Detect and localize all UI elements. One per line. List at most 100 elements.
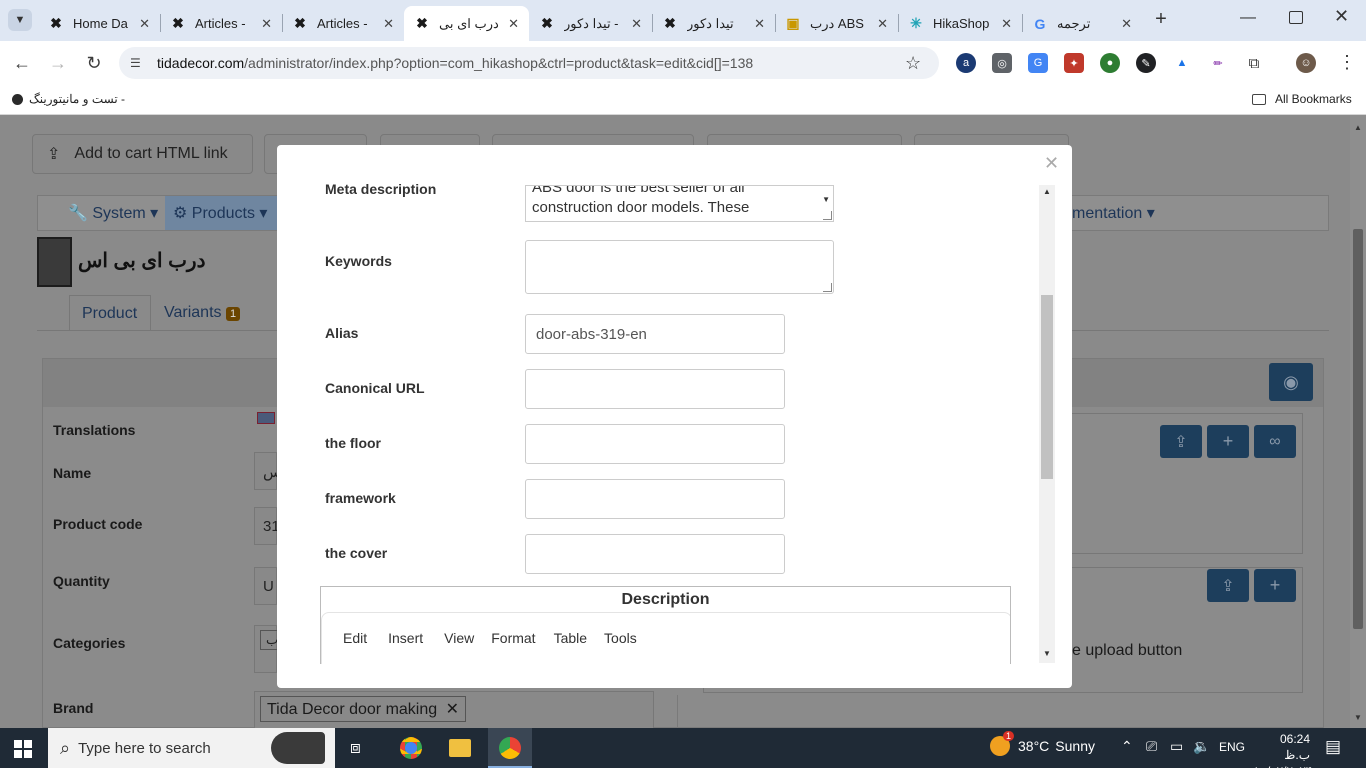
editor-menu-edit[interactable]: Edit xyxy=(343,630,367,664)
reload-button[interactable]: ↻ xyxy=(82,52,106,74)
weather-widget[interactable]: 1 38°C Sunny xyxy=(990,731,1095,756)
scroll-thumb[interactable] xyxy=(1041,295,1053,479)
taskbar-search-box[interactable]: ⌕ Type here to search xyxy=(48,728,335,768)
close-tab-icon[interactable]: ✕ xyxy=(1121,16,1132,32)
extension-translate-icon[interactable]: G xyxy=(1028,53,1048,73)
browser-tab[interactable]: ✳ HikaShop ✕ xyxy=(898,6,1022,41)
browser-tab[interactable]: ✖ تیدا دکور ✕ xyxy=(652,6,775,41)
browser-tab[interactable]: ✖ Articles - ✕ xyxy=(282,6,404,41)
canonical-url-input[interactable] xyxy=(525,369,785,409)
extensions-puzzle-icon[interactable]: ⧉ xyxy=(1244,53,1264,73)
add-file-button[interactable]: + xyxy=(1254,569,1296,602)
clock[interactable]: 06:24 ب.ظ ۱۰/۰۷/۲۰۲۴ xyxy=(1254,731,1312,779)
close-tab-icon[interactable]: ✕ xyxy=(631,16,642,32)
close-window-button[interactable]: ✕ xyxy=(1334,6,1349,27)
extension-red-icon[interactable]: ✦ xyxy=(1064,53,1084,73)
tab-search-button[interactable]: ▼ xyxy=(8,9,32,31)
menu-products[interactable]: ⚙ Products ▾ xyxy=(165,196,277,230)
upload-file-button[interactable]: ⇪ xyxy=(1207,569,1249,602)
framework-input[interactable] xyxy=(525,479,785,519)
close-tab-icon[interactable]: ✕ xyxy=(383,16,394,32)
back-button[interactable]: ← xyxy=(10,52,34,74)
modal-close-button[interactable]: ✕ xyxy=(1044,153,1059,174)
extension-brush-icon[interactable]: ✏ xyxy=(1208,53,1228,73)
close-tab-icon[interactable]: ✕ xyxy=(754,16,765,32)
floor-input[interactable] xyxy=(525,424,785,464)
browser-menu-icon[interactable]: ⋮ xyxy=(1338,52,1356,73)
minimize-button[interactable]: — xyxy=(1240,9,1260,27)
uk-flag-icon[interactable] xyxy=(257,412,275,424)
url-text[interactable]: tidadecor.com/administrator/index.php?op… xyxy=(157,55,753,71)
browser-tab[interactable]: ✖ Home Da ✕ xyxy=(38,6,160,41)
task-view-button[interactable]: ⧈ xyxy=(350,738,361,758)
scroll-up-arrow[interactable]: ▲ xyxy=(1043,187,1051,196)
restore-button[interactable] xyxy=(1289,11,1303,24)
alias-input[interactable]: door-abs-319-en xyxy=(525,314,785,354)
browser-tab[interactable]: G ترجمه ✕ xyxy=(1022,6,1142,41)
remove-tag-icon[interactable]: ✕ xyxy=(446,701,459,718)
site-info-icon[interactable]: ☰ xyxy=(130,56,141,70)
chrome-taskbar-icon[interactable] xyxy=(400,737,422,759)
scroll-down-arrow[interactable]: ▼ xyxy=(1354,713,1362,722)
close-tab-icon[interactable]: ✕ xyxy=(139,16,150,32)
add-image-button[interactable]: + xyxy=(1207,425,1249,458)
menu-documentation[interactable]: mentation ▾ xyxy=(1072,203,1155,223)
editor-menu-format[interactable]: Format xyxy=(491,630,535,664)
textarea-resize-handle[interactable] xyxy=(823,211,832,220)
scroll-up-arrow[interactable]: ▲ xyxy=(1354,123,1362,132)
start-button[interactable] xyxy=(14,740,32,758)
editor-menu-table[interactable]: Table xyxy=(554,630,587,664)
keywords-textarea[interactable] xyxy=(525,240,834,294)
bookmark-item[interactable]: تست و مانیتورینگ - xyxy=(12,92,125,106)
modal-scrollbar[interactable]: ▲ ▼ xyxy=(1039,185,1055,663)
volume-icon[interactable]: 🔈 xyxy=(1193,738,1210,755)
extension-green-icon[interactable]: ● xyxy=(1100,53,1120,73)
file-explorer-icon[interactable] xyxy=(449,739,471,757)
bookmark-star-icon[interactable]: ☆ xyxy=(905,53,921,74)
textarea-resize-handle[interactable] xyxy=(823,283,832,292)
upload-image-button[interactable]: ⇪ xyxy=(1160,425,1202,458)
browser-tab[interactable]: ✖ Articles - ✕ xyxy=(160,6,282,41)
extension-a-icon[interactable]: a xyxy=(956,53,976,73)
language-indicator[interactable]: ENG xyxy=(1219,740,1245,754)
page-scrollbar[interactable]: ▲ ▼ xyxy=(1350,115,1366,728)
browser-tab[interactable]: ✖ تیدا دکور - ✕ xyxy=(529,6,652,41)
product-code-input[interactable]: 31 xyxy=(254,507,280,545)
all-bookmarks-button[interactable]: All Bookmarks xyxy=(1252,92,1352,106)
editor-menu-insert[interactable]: Insert xyxy=(388,630,423,664)
brand-tag[interactable]: Tida Decor door making ✕ xyxy=(260,696,467,722)
close-tab-icon[interactable]: ✕ xyxy=(508,16,519,32)
menu-system[interactable]: 🔧 System ▾ xyxy=(68,203,158,223)
tab-product[interactable]: Product xyxy=(69,295,151,331)
show-hidden-icons-button[interactable]: ⌃ xyxy=(1121,738,1133,755)
tab-variants[interactable]: Variants 1 xyxy=(164,304,241,322)
meta-description-textarea[interactable]: ABS door is the best seller of all const… xyxy=(525,185,834,222)
close-tab-icon[interactable]: ✕ xyxy=(877,16,888,32)
cover-input[interactable] xyxy=(525,534,785,574)
extension-camera-icon[interactable]: ◎ xyxy=(992,53,1012,73)
extension-pen-icon[interactable]: ✎ xyxy=(1136,53,1156,73)
editor-menu-tools[interactable]: Tools xyxy=(604,630,637,664)
browser-tab[interactable]: ▣ درب ABS ✕ xyxy=(775,6,898,41)
close-tab-icon[interactable]: ✕ xyxy=(261,16,272,32)
categories-input[interactable]: ب xyxy=(254,625,285,673)
profile-avatar[interactable]: ☺ xyxy=(1296,53,1316,73)
textarea-scroll-down-arrow[interactable]: ▼ xyxy=(822,190,830,210)
name-input[interactable]: س xyxy=(254,452,281,490)
preview-button[interactable]: ◉ xyxy=(1269,363,1313,401)
scroll-thumb[interactable] xyxy=(1353,229,1363,629)
brand-input[interactable]: Tida Decor door making ✕ xyxy=(254,691,654,728)
new-tab-button[interactable]: + xyxy=(1150,8,1172,30)
add-to-cart-html-button[interactable]: ⇪ Add to cart HTML link xyxy=(32,134,253,174)
notifications-button[interactable]: ▤ xyxy=(1325,737,1341,757)
forward-button[interactable]: → xyxy=(46,52,70,74)
meet-now-icon[interactable]: ⎚ xyxy=(1146,738,1157,755)
editor-menu-view[interactable]: View xyxy=(444,630,474,664)
extension-drive-icon[interactable]: ▲ xyxy=(1172,53,1192,73)
chrome-active-taskbar-icon[interactable] xyxy=(488,728,532,768)
battery-icon[interactable]: ▭ xyxy=(1170,738,1183,755)
browser-tab[interactable]: ✖ درب ای بی ✕ xyxy=(404,6,529,41)
scroll-down-arrow[interactable]: ▼ xyxy=(1043,649,1051,658)
quantity-input[interactable]: U xyxy=(254,567,277,605)
close-tab-icon[interactable]: ✕ xyxy=(1001,16,1012,32)
